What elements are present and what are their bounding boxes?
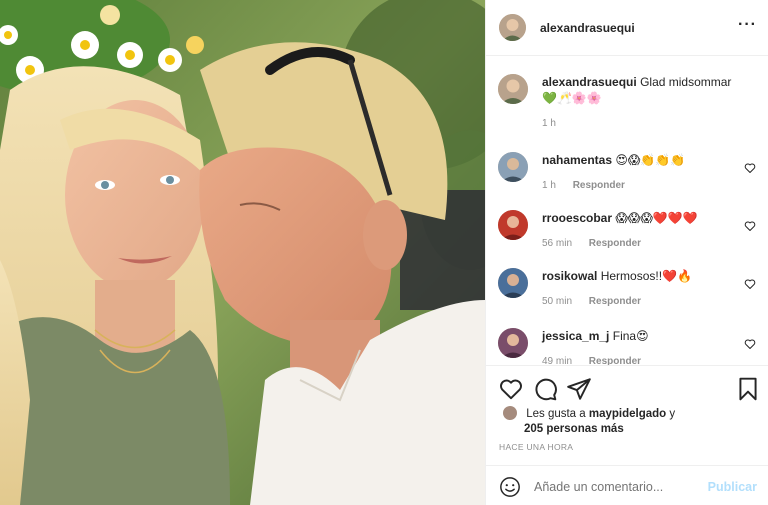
commenter-avatar-image [498,268,528,298]
caption-meta: 1 h [542,116,742,132]
heart-icon[interactable] [744,338,756,350]
post-timestamp[interactable]: HACE UNA HORA [499,442,573,452]
commenter-avatar[interactable] [498,210,528,240]
reply-button[interactable]: Responder [573,180,625,191]
likes-others[interactable]: 205 personas más [503,422,763,437]
comment-message: Fina😍 [612,329,649,343]
heart-icon[interactable] [744,220,756,232]
add-comment-bar: Publicar [486,465,768,505]
author-avatar-image [499,14,526,41]
comment-username[interactable]: nahamentas [542,153,612,167]
reply-button[interactable]: Responder [589,356,641,365]
comment-body: nahamentas 😍😱👏👏👏 1 h Responder [542,152,742,194]
post-header: alexandrasuequi ··· [486,0,768,56]
liker-avatar[interactable] [503,406,517,420]
emoji-icon[interactable] [499,476,521,498]
caption-avatar-image [498,74,528,104]
comment-body: jessica_m_j Fina😍 49 min Responder [542,328,742,365]
comment-text: nahamentas 😍😱👏👏👏 [542,152,742,168]
comment-time[interactable]: 56 min [542,238,572,249]
author-username[interactable]: alexandrasuequi [540,21,635,35]
commenter-avatar-image [498,328,528,358]
comment-meta: 56 min Responder [542,236,742,252]
reply-button[interactable]: Responder [589,296,641,307]
likes-prefix: Les gusta a [526,408,586,420]
comment-body: rosikowal Hermosos!!❤️🔥 50 min Responder [542,268,742,310]
caption-username[interactable]: alexandrasuequi [542,75,637,89]
post-photo[interactable] [0,0,485,505]
caption-text: alexandrasuequi Glad midsommar 💚🥂🌸🌸 [542,74,742,106]
commenter-avatar[interactable] [498,152,528,182]
comment-username[interactable]: jessica_m_j [542,329,609,343]
commenter-avatar-image [498,152,528,182]
comment-text: rosikowal Hermosos!!❤️🔥 [542,268,742,284]
comment-time[interactable]: 1 h [542,180,556,191]
comment-message: 😱😱😱❤️❤️❤️ [615,211,698,225]
commenter-avatar-image [498,210,528,240]
add-comment-input[interactable] [534,480,704,494]
like-heart-icon[interactable] [498,376,524,402]
heart-icon[interactable] [744,278,756,290]
likes-summary: Les gusta a maypidelgado y 205 personas … [503,406,763,437]
likes-suffix: y [669,408,676,420]
comment-body: rrooescobar 😱😱😱❤️❤️❤️ 56 min Responder [542,210,742,252]
more-icon[interactable]: ··· [738,16,757,34]
comment-username[interactable]: rrooescobar [542,211,612,225]
comment-bubble-icon[interactable] [532,376,558,402]
comment-text: rrooescobar 😱😱😱❤️❤️❤️ [542,210,742,226]
share-send-icon[interactable] [566,376,592,402]
comment-message: 😍😱👏👏👏 [615,153,686,167]
comment-meta: 50 min Responder [542,294,742,310]
comment-message: Hermosos!!❤️🔥 [600,269,692,283]
reply-button[interactable]: Responder [589,238,641,249]
post-photo-image [0,0,485,505]
caption-avatar[interactable] [498,74,528,104]
comment-meta: 1 h Responder [542,178,742,194]
caption-time[interactable]: 1 h [542,118,556,129]
liker-username[interactable]: maypidelgado [589,408,666,420]
post-side-panel: alexandrasuequi ··· alexandrasuequi Glad… [485,0,768,505]
publish-button[interactable]: Publicar [708,480,757,494]
comment-meta: 49 min Responder [542,354,742,365]
comment-username[interactable]: rosikowal [542,269,597,283]
comments-list[interactable]: alexandrasuequi Glad midsommar 💚🥂🌸🌸 1 h … [486,57,768,365]
caption-body: alexandrasuequi Glad midsommar 💚🥂🌸🌸 1 h [542,74,742,132]
comment-time[interactable]: 49 min [542,356,572,365]
heart-icon[interactable] [744,162,756,174]
author-avatar[interactable] [499,14,526,41]
commenter-avatar[interactable] [498,268,528,298]
bookmark-icon[interactable] [735,376,761,402]
comment-time[interactable]: 50 min [542,296,572,307]
commenter-avatar[interactable] [498,328,528,358]
comment-text: jessica_m_j Fina😍 [542,328,742,344]
likes-line-1: Les gusta a maypidelgado y [503,406,763,422]
